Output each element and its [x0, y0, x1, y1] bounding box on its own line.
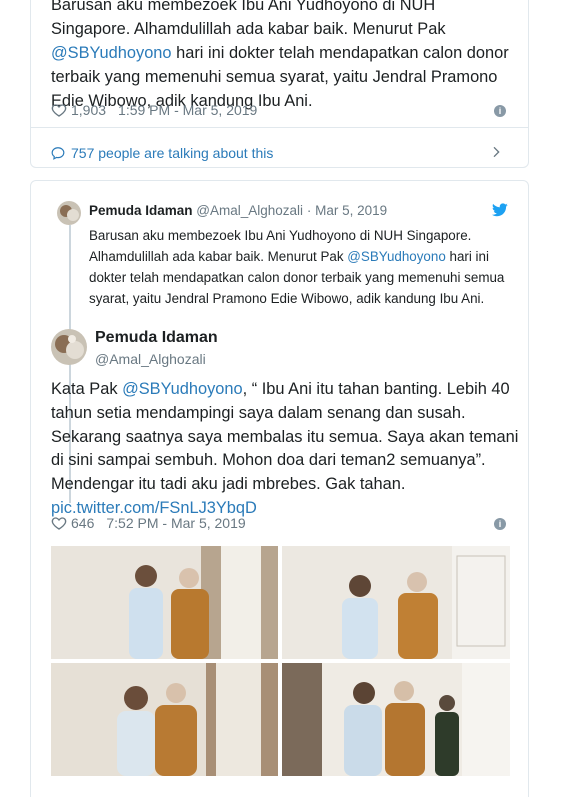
tweet-meta: 1,903 1:59 PM - Mar 5, 2019: [51, 102, 257, 118]
talking-row[interactable]: 757 people are talking about this: [31, 127, 528, 177]
quoted-date[interactable]: · Mar 5, 2019: [307, 203, 387, 218]
twitter-bird-icon[interactable]: [492, 203, 508, 217]
tweet-text-line: Barusan aku membezoek Ibu Ani Yudhoyono …: [51, 0, 436, 14]
photo-3[interactable]: [51, 663, 278, 776]
quoted-header: Pemuda Idaman @Amal_Alghozali · Mar 5, 2…: [89, 203, 387, 218]
tweet-text-line: @SBYudhoyono hari ini dokter telah menda…: [51, 44, 509, 62]
tweet-text-line: Singapore. Alhamdulillah ada kabar baik.…: [51, 20, 446, 38]
photo-1[interactable]: [51, 546, 278, 659]
photo-grid: [51, 546, 510, 776]
like-count: 646: [71, 515, 95, 531]
like-count: 1,903: [71, 102, 107, 118]
tweet-card-1: Barusan aku membezoek Ibu Ani Yudhoyono …: [30, 0, 529, 168]
tweet-text-line: terbaik yang memenuhi semua syarat, yait…: [51, 68, 498, 86]
talking-label: 757 people are talking about this: [71, 144, 274, 161]
mention-link[interactable]: @SBYudhoyono: [122, 380, 243, 398]
tweet-text: Barusan aku membezoek Ibu Ani Yudhoyono …: [51, 0, 521, 113]
quoted-text: Barusan aku membezoek Ibu Ani Yudhoyono …: [89, 228, 505, 306]
author-name[interactable]: Pemuda Idaman: [95, 329, 218, 347]
tweet-meta: 646 7:52 PM - Mar 5, 2019: [51, 515, 246, 531]
speech-bubble-icon: [51, 146, 65, 160]
chevron-right-icon: [493, 146, 500, 158]
quoted-avatar[interactable]: [57, 201, 81, 225]
heart-icon[interactable]: [51, 515, 67, 531]
info-icon[interactable]: i: [494, 518, 506, 530]
heart-icon[interactable]: [51, 102, 67, 118]
mention-link[interactable]: @SBYudhoyono: [51, 44, 172, 62]
tweet-timestamp[interactable]: 1:59 PM - Mar 5, 2019: [118, 102, 257, 118]
tweet-timestamp[interactable]: 7:52 PM - Mar 5, 2019: [106, 515, 245, 531]
tweet-text: Kata Pak @SBYudhoyono, “ Ibu Ani itu tah…: [51, 380, 519, 517]
tweet-card-2: Pemuda Idaman @Amal_Alghozali · Mar 5, 2…: [30, 180, 529, 797]
author-handle[interactable]: @Amal_Alghozali: [95, 351, 206, 367]
quoted-name[interactable]: Pemuda Idaman: [89, 203, 193, 218]
photo-4[interactable]: [282, 663, 510, 776]
quoted-handle[interactable]: @Amal_Alghozali: [196, 203, 303, 218]
info-icon[interactable]: i: [494, 105, 506, 117]
mention-link[interactable]: @SBYudhoyono: [347, 249, 445, 264]
author-avatar[interactable]: [51, 329, 87, 365]
photo-2[interactable]: [282, 546, 510, 659]
